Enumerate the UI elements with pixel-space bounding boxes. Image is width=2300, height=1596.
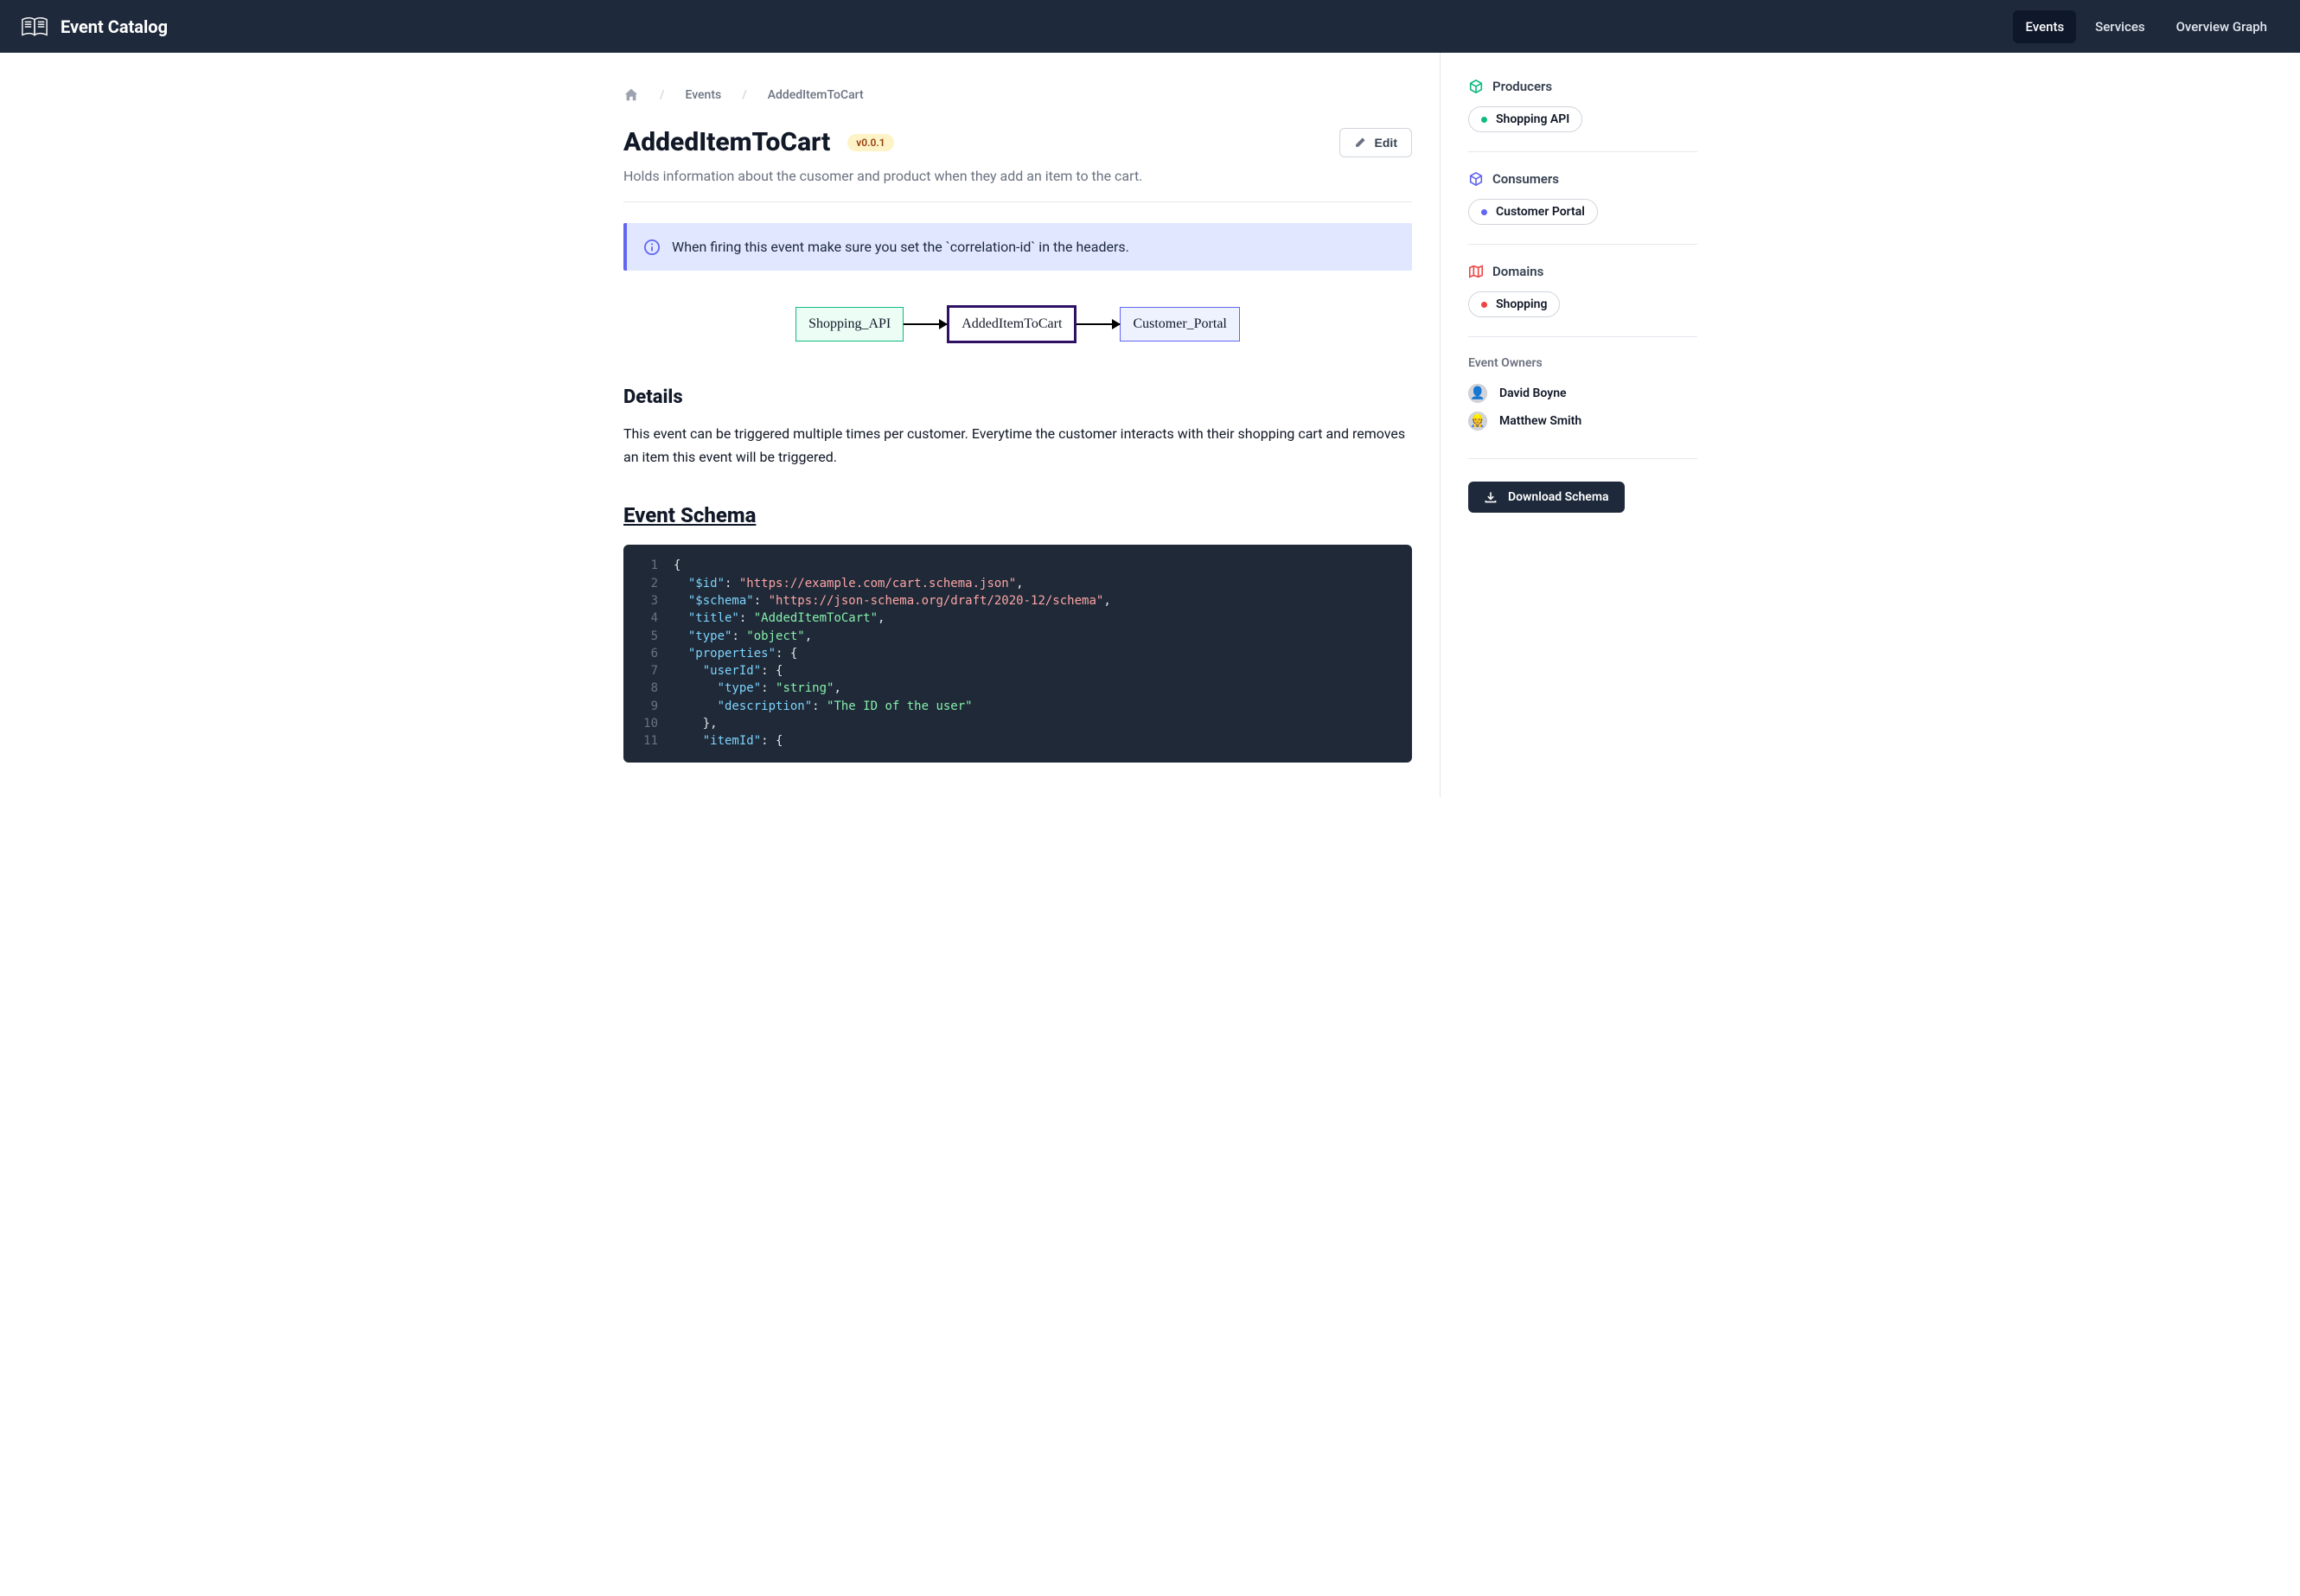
- status-dot-icon: [1481, 209, 1487, 215]
- app-header: Event Catalog Events Services Overview G…: [0, 0, 2300, 53]
- arrow-icon: [904, 323, 947, 325]
- owners-title: Event Owners: [1468, 356, 1697, 370]
- code-line: 8 "type": "string",: [623, 680, 1412, 697]
- domains-title: Domains: [1492, 264, 1543, 279]
- edit-label: Edit: [1375, 136, 1397, 150]
- nav-events[interactable]: Events: [2013, 10, 2076, 43]
- nav-overview-graph[interactable]: Overview Graph: [2164, 10, 2279, 43]
- consumer-pill[interactable]: Customer Portal: [1468, 199, 1598, 225]
- domains-section: Domains Shopping: [1468, 264, 1697, 337]
- home-icon[interactable]: [623, 87, 639, 103]
- cube-icon: [1468, 79, 1484, 94]
- code-line: 7 "userId": {: [623, 662, 1412, 680]
- sidebar: Producers Shopping API Consumers Custome…: [1440, 53, 1725, 797]
- producers-title: Producers: [1492, 79, 1552, 94]
- flow-diagram: Shopping_API AddedItemToCart Customer_Po…: [623, 305, 1412, 343]
- info-admonition: When firing this event make sure you set…: [623, 223, 1412, 271]
- owner-name: Matthew Smith: [1499, 414, 1581, 428]
- arrow-icon: [1077, 323, 1120, 325]
- code-line: 1{: [623, 557, 1412, 574]
- breadcrumb: / Events / AddedItemToCart: [623, 87, 1412, 103]
- page-title: AddedItemToCart: [623, 127, 830, 157]
- status-dot-icon: [1481, 302, 1487, 308]
- avatar: 👷: [1468, 412, 1487, 431]
- code-line: 3 "$schema": "https://json-schema.org/dr…: [623, 592, 1412, 610]
- logo-text: Event Catalog: [61, 16, 168, 37]
- edit-button[interactable]: Edit: [1339, 128, 1412, 157]
- code-line: 5 "type": "object",: [623, 628, 1412, 645]
- divider: [623, 201, 1412, 202]
- download-icon: [1484, 490, 1498, 504]
- owner-item[interactable]: 👷 Matthew Smith: [1468, 412, 1697, 431]
- diagram-consumer: Customer_Portal: [1120, 307, 1239, 342]
- info-icon: [644, 239, 660, 255]
- breadcrumb-separator: /: [660, 88, 664, 102]
- download-schema-button[interactable]: Download Schema: [1468, 482, 1625, 513]
- domain-pill[interactable]: Shopping: [1468, 291, 1560, 317]
- download-label: Download Schema: [1508, 490, 1609, 504]
- status-dot-icon: [1481, 117, 1487, 123]
- avatar: 👤: [1468, 384, 1487, 403]
- page-description: Holds information about the cusomer and …: [623, 168, 1412, 184]
- diagram-event: AddedItemToCart: [947, 305, 1077, 343]
- breadcrumb-current: AddedItemToCart: [768, 88, 864, 102]
- domain-label: Shopping: [1496, 297, 1547, 311]
- producer-pill[interactable]: Shopping API: [1468, 106, 1582, 132]
- schema-heading: Event Schema: [623, 503, 1412, 527]
- diagram-producer: Shopping_API: [795, 307, 904, 342]
- owner-name: David Boyne: [1499, 386, 1567, 400]
- code-line: 9 "description": "The ID of the user": [623, 698, 1412, 715]
- code-line: 6 "properties": {: [623, 645, 1412, 662]
- breadcrumb-separator: /: [742, 88, 746, 102]
- consumers-title: Consumers: [1492, 171, 1559, 187]
- main-content: / Events / AddedItemToCart AddedItemToCa…: [575, 53, 1440, 797]
- breadcrumb-events[interactable]: Events: [685, 88, 721, 102]
- book-icon: [21, 16, 48, 37]
- pencil-icon: [1354, 137, 1366, 149]
- map-icon: [1468, 264, 1484, 279]
- admonition-text: When firing this event make sure you set…: [672, 239, 1129, 255]
- producer-label: Shopping API: [1496, 112, 1569, 126]
- consumer-label: Customer Portal: [1496, 205, 1585, 219]
- details-text: This event can be triggered multiple tim…: [623, 422, 1412, 469]
- code-line: 11 "itemId": {: [623, 732, 1412, 750]
- cube-icon: [1468, 171, 1484, 187]
- version-badge: v0.0.1: [847, 134, 893, 151]
- producers-section: Producers Shopping API: [1468, 79, 1697, 152]
- owner-item[interactable]: 👤 David Boyne: [1468, 384, 1697, 403]
- nav-services[interactable]: Services: [2083, 10, 2156, 43]
- main-nav: Events Services Overview Graph: [2013, 10, 2279, 43]
- details-heading: Details: [623, 386, 1412, 408]
- code-line: 10 },: [623, 715, 1412, 732]
- logo[interactable]: Event Catalog: [21, 16, 168, 37]
- owners-section: Event Owners 👤 David Boyne 👷 Matthew Smi…: [1468, 356, 1697, 459]
- code-line: 4 "title": "AddedItemToCart",: [623, 610, 1412, 627]
- code-line: 2 "$id": "https://example.com/cart.schem…: [623, 575, 1412, 592]
- schema-code-block: 1{2 "$id": "https://example.com/cart.sch…: [623, 545, 1412, 762]
- consumers-section: Consumers Customer Portal: [1468, 171, 1697, 245]
